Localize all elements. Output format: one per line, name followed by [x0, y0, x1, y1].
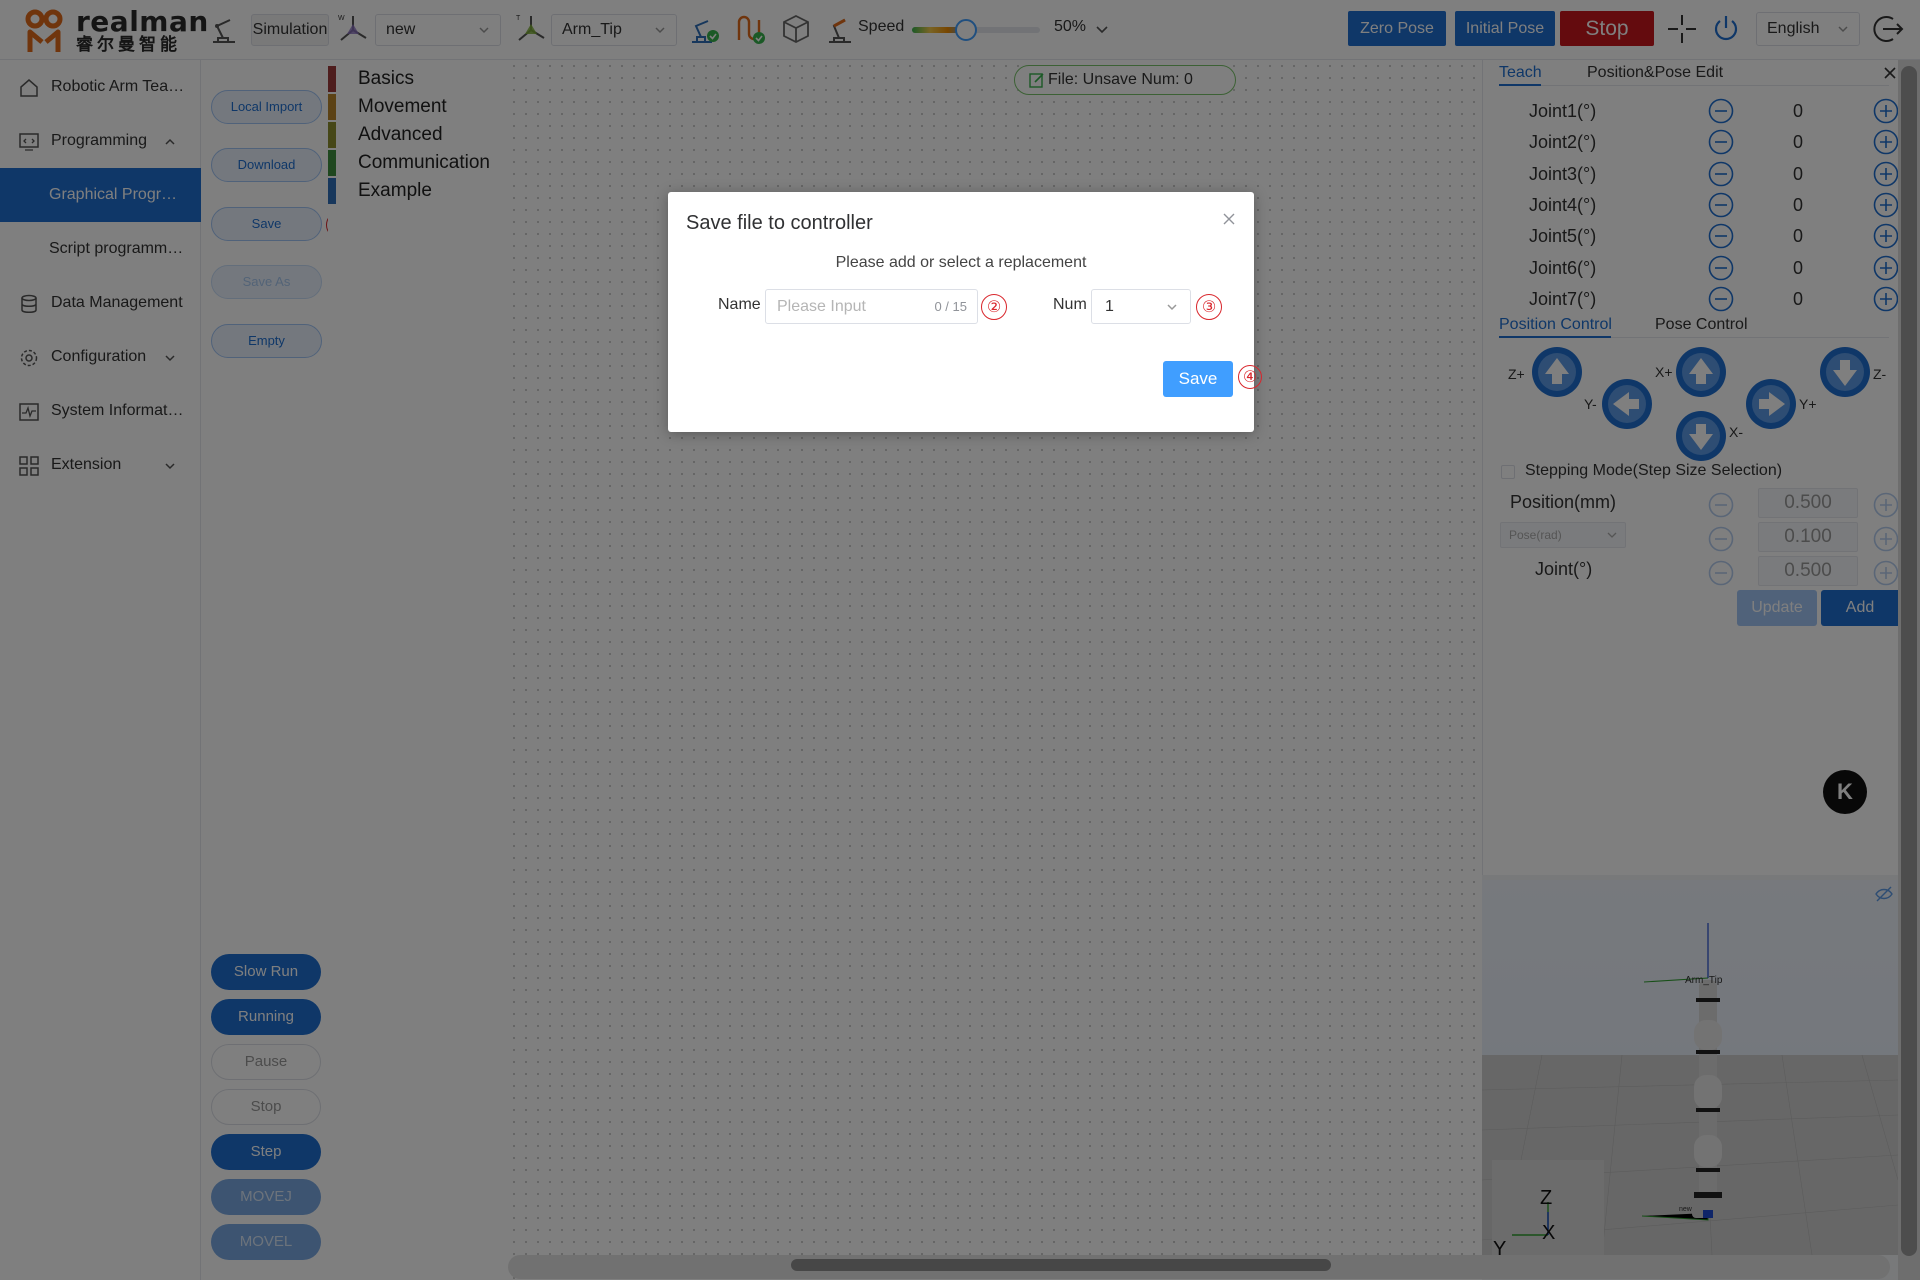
num-select[interactable]: 1 [1091, 289, 1191, 324]
dialog-title: Save file to controller [686, 212, 873, 234]
name-char-count: 0 / 15 [934, 299, 967, 314]
name-label: Name [718, 296, 761, 313]
chevron-down-icon [1167, 304, 1177, 311]
num-label: Num [1053, 296, 1087, 313]
name-input[interactable]: Please Input 0 / 15 [765, 289, 978, 324]
name-input-placeholder: Please Input [777, 298, 866, 315]
dialog-save-button[interactable]: Save [1163, 361, 1233, 397]
save-file-dialog: Save file to controller Please add or se… [668, 192, 1262, 432]
step-marker-4: ④ [1238, 365, 1262, 389]
num-select-value: 1 [1105, 298, 1114, 315]
dialog-subtitle: Please add or select a replacement [835, 254, 1087, 271]
step-marker-2: ② [981, 294, 1007, 320]
step-marker-3: ③ [1196, 294, 1222, 320]
close-icon[interactable] [1220, 210, 1238, 228]
